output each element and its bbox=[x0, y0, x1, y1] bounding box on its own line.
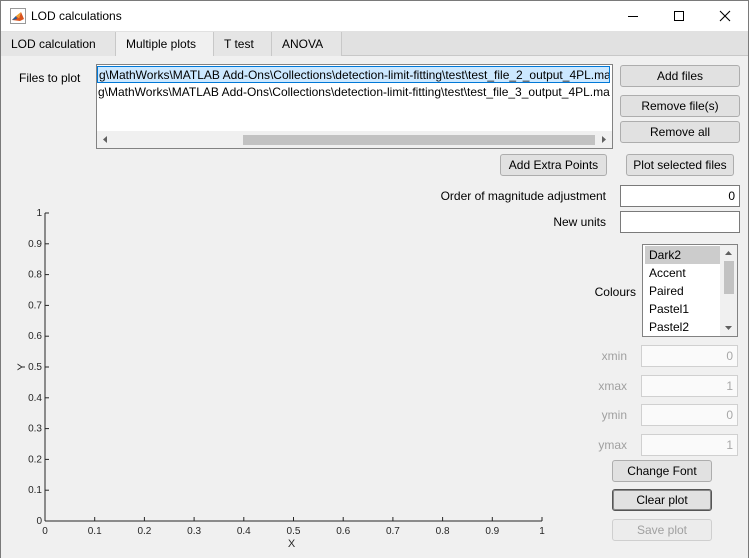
ymax-label: ymax bbox=[598, 438, 627, 452]
magnitude-field[interactable]: 0 bbox=[620, 185, 740, 207]
add-files-button[interactable]: Add files bbox=[620, 65, 740, 87]
x-tick-label: 0.5 bbox=[287, 526, 301, 537]
colours-label: Colours bbox=[594, 285, 636, 299]
x-tick-label: 0.6 bbox=[336, 526, 350, 537]
maximize-icon bbox=[674, 11, 684, 21]
save-plot-button[interactable]: Save plot bbox=[612, 519, 712, 541]
list-item[interactable]: Accent bbox=[645, 264, 721, 282]
x-tick-label: 0.2 bbox=[137, 526, 151, 537]
remove-files-button[interactable]: Remove file(s) bbox=[620, 95, 740, 117]
plot-axes[interactable]: 0 0.1 0.2 0.3 0.4 0.5 0.6 0.7 0.8 0.9 1 0 0.1 0.2 0.3 0… bbox=[1, 201, 561, 556]
tab-multiple-plots[interactable]: Multiple plots bbox=[116, 32, 214, 57]
vertical-scrollbar[interactable] bbox=[720, 245, 737, 336]
xmax-field[interactable]: 1 bbox=[641, 375, 738, 397]
x-tick-label: 0.7 bbox=[386, 526, 400, 537]
x-tick-label: 0 bbox=[42, 526, 48, 537]
y-tick-label: 0.8 bbox=[28, 270, 42, 281]
y-axis-label: Y bbox=[16, 363, 28, 371]
file-listbox[interactable]: g\MathWorks\MATLAB Add-Ons\Collections\d… bbox=[96, 64, 613, 149]
xmin-label: xmin bbox=[601, 349, 627, 363]
y-tick-label: 0.5 bbox=[28, 362, 42, 373]
tab-bar: LOD calculation Multiple plots T test AN… bbox=[1, 31, 748, 57]
list-item[interactable]: Dark2 bbox=[645, 246, 721, 264]
list-item[interactable]: Pastel2 bbox=[645, 318, 721, 336]
x-tick-label: 0.4 bbox=[237, 526, 251, 537]
change-font-button[interactable]: Change Font bbox=[612, 460, 712, 482]
vertical-scroll-thumb[interactable] bbox=[724, 261, 734, 294]
clear-plot-button[interactable]: Clear plot bbox=[612, 489, 712, 511]
window-title: LOD calculations bbox=[31, 9, 122, 23]
xmax-label: xmax bbox=[598, 379, 627, 393]
app-window: LOD calculations LOD calculation Multipl… bbox=[0, 0, 749, 558]
y-tick-label: 0.2 bbox=[28, 454, 42, 465]
list-item[interactable]: g\MathWorks\MATLAB Add-Ons\Collections\d… bbox=[97, 66, 610, 83]
y-tick-label: 0.1 bbox=[28, 485, 42, 496]
list-item[interactable]: g\MathWorks\MATLAB Add-Ons\Collections\d… bbox=[97, 84, 610, 101]
minimize-button[interactable] bbox=[610, 1, 656, 31]
y-tick-label: 1 bbox=[36, 208, 42, 219]
scroll-left-icon[interactable] bbox=[101, 135, 109, 144]
matlab-logo-icon bbox=[10, 8, 26, 24]
x-tick-label: 0.1 bbox=[88, 526, 102, 537]
x-tick-label: 0.9 bbox=[485, 526, 499, 537]
horizontal-scrollbar[interactable] bbox=[97, 131, 612, 148]
tab-t-test[interactable]: T test bbox=[214, 32, 272, 56]
x-axis-label: X bbox=[288, 538, 296, 550]
plot-selected-files-button[interactable]: Plot selected files bbox=[626, 154, 734, 176]
scroll-down-icon[interactable] bbox=[724, 324, 733, 332]
title-bar: LOD calculations bbox=[1, 1, 748, 31]
list-item[interactable]: Paired bbox=[645, 282, 721, 300]
y-tick-label: 0.3 bbox=[28, 424, 42, 435]
add-extra-points-button[interactable]: Add Extra Points bbox=[500, 154, 607, 176]
tab-anova[interactable]: ANOVA bbox=[272, 32, 342, 56]
xmin-field[interactable]: 0 bbox=[641, 345, 738, 367]
y-tick-label: 0 bbox=[36, 516, 42, 527]
minimize-icon bbox=[628, 16, 638, 17]
horizontal-scroll-thumb[interactable] bbox=[243, 135, 595, 145]
remove-all-button[interactable]: Remove all bbox=[620, 121, 740, 143]
tab-lod-calculation[interactable]: LOD calculation bbox=[1, 32, 116, 56]
maximize-button[interactable] bbox=[656, 1, 702, 31]
x-tick-label: 1 bbox=[539, 526, 545, 537]
scroll-right-icon[interactable] bbox=[600, 135, 608, 144]
ymin-field[interactable]: 0 bbox=[641, 404, 738, 426]
y-tick-label: 0.6 bbox=[28, 331, 42, 342]
multiple-plots-panel: Files to plot g\MathWorks\MATLAB Add-Ons… bbox=[1, 56, 748, 558]
y-tick-label: 0.4 bbox=[28, 393, 42, 404]
files-to-plot-label: Files to plot bbox=[19, 71, 81, 85]
close-button[interactable] bbox=[702, 1, 748, 31]
new-units-field[interactable] bbox=[620, 211, 740, 233]
x-tick-label: 0.8 bbox=[436, 526, 450, 537]
list-item[interactable]: Pastel1 bbox=[645, 300, 721, 318]
ymin-label: ymin bbox=[601, 408, 627, 422]
colours-listbox[interactable]: Dark2 Accent Paired Pastel1 Pastel2 bbox=[642, 244, 738, 337]
y-tick-label: 0.7 bbox=[28, 300, 42, 311]
scroll-up-icon[interactable] bbox=[724, 249, 733, 257]
close-icon bbox=[719, 10, 731, 22]
ymax-field[interactable]: 1 bbox=[641, 434, 738, 456]
x-tick-label: 0.3 bbox=[187, 526, 201, 537]
y-tick-label: 0.9 bbox=[28, 239, 42, 250]
